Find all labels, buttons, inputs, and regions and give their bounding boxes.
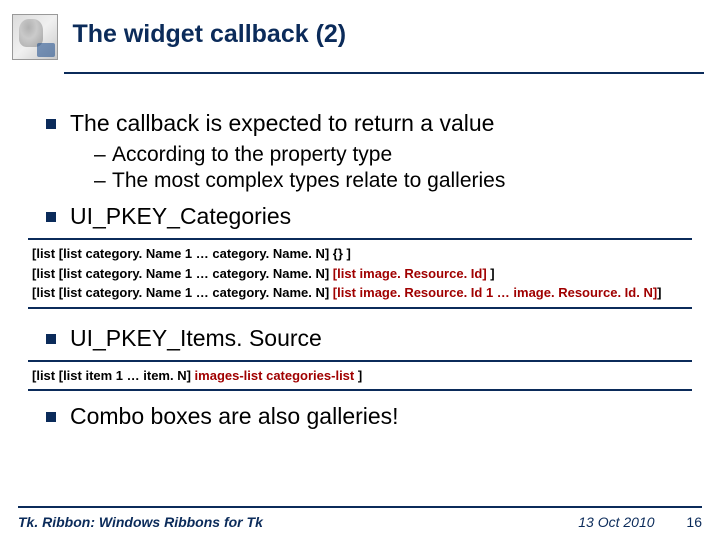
code-text: [list [32,266,59,281]
bullet-combo-boxes: Combo boxes are also galleries! [46,403,692,430]
code-keyword: [list image. Resource. Id 1 … image. Res… [333,285,657,300]
code-text: [list category. Name 1 … category. Name.… [59,266,333,281]
footer-date: 13 Oct 2010 [578,514,654,530]
code-text: ] [354,368,362,383]
code-line: [list [list category. Name 1 … category.… [32,264,688,284]
code-text: [list [32,285,59,300]
code-keyword: images-list [195,368,263,383]
code-text: [list item 1 … item. N] [59,368,195,383]
code-text: [list [32,246,59,261]
code-text: [list [32,368,59,383]
bullet-callback-return: The callback is expected to return a val… [46,110,692,137]
slide-footer: Tk. Ribbon: Windows Ribbons for Tk 13 Oc… [0,506,720,530]
bullet-property-type: According to the property type [94,143,692,167]
code-line: [list [list item 1 … item. N] images-lis… [32,366,688,386]
footer-left: Tk. Ribbon: Windows Ribbons for Tk [18,514,263,530]
code-line: [list [list category. Name 1 … category.… [32,244,688,264]
bullet-ui-pkey-categories: UI_PKEY_Categories [46,203,692,230]
code-keyword: [list image. Resource. Id] [333,266,487,281]
slide-header: The widget callback (2) [0,0,720,72]
code-text: [list category. Name 1 … category. Name.… [59,285,333,300]
slide: The widget callback (2) The callback is … [0,0,720,540]
code-text: ] [657,285,661,300]
code-text: {} ] [333,246,351,261]
code-block-categories: [list [list category. Name 1 … category.… [28,238,692,309]
bullet-complex-galleries: The most complex types relate to galleri… [94,169,692,193]
slide-body: The callback is expected to return a val… [0,74,720,430]
slide-title: The widget callback (2) [72,20,346,49]
code-text: [list category. Name 1 … category. Name.… [59,246,333,261]
footer-right: 13 Oct 2010 16 [578,514,702,530]
code-line: [list [list category. Name 1 … category.… [32,283,688,303]
code-block-items-source: [list [list item 1 … item. N] images-lis… [28,360,692,392]
code-keyword: categories-list [266,368,354,383]
footer-rule [18,506,702,508]
code-text: ] [487,266,495,281]
logo-icon [12,14,58,60]
footer-row: Tk. Ribbon: Windows Ribbons for Tk 13 Oc… [18,514,702,530]
bullet-ui-pkey-items-source: UI_PKEY_Items. Source [46,325,692,352]
footer-page-number: 16 [686,514,702,530]
